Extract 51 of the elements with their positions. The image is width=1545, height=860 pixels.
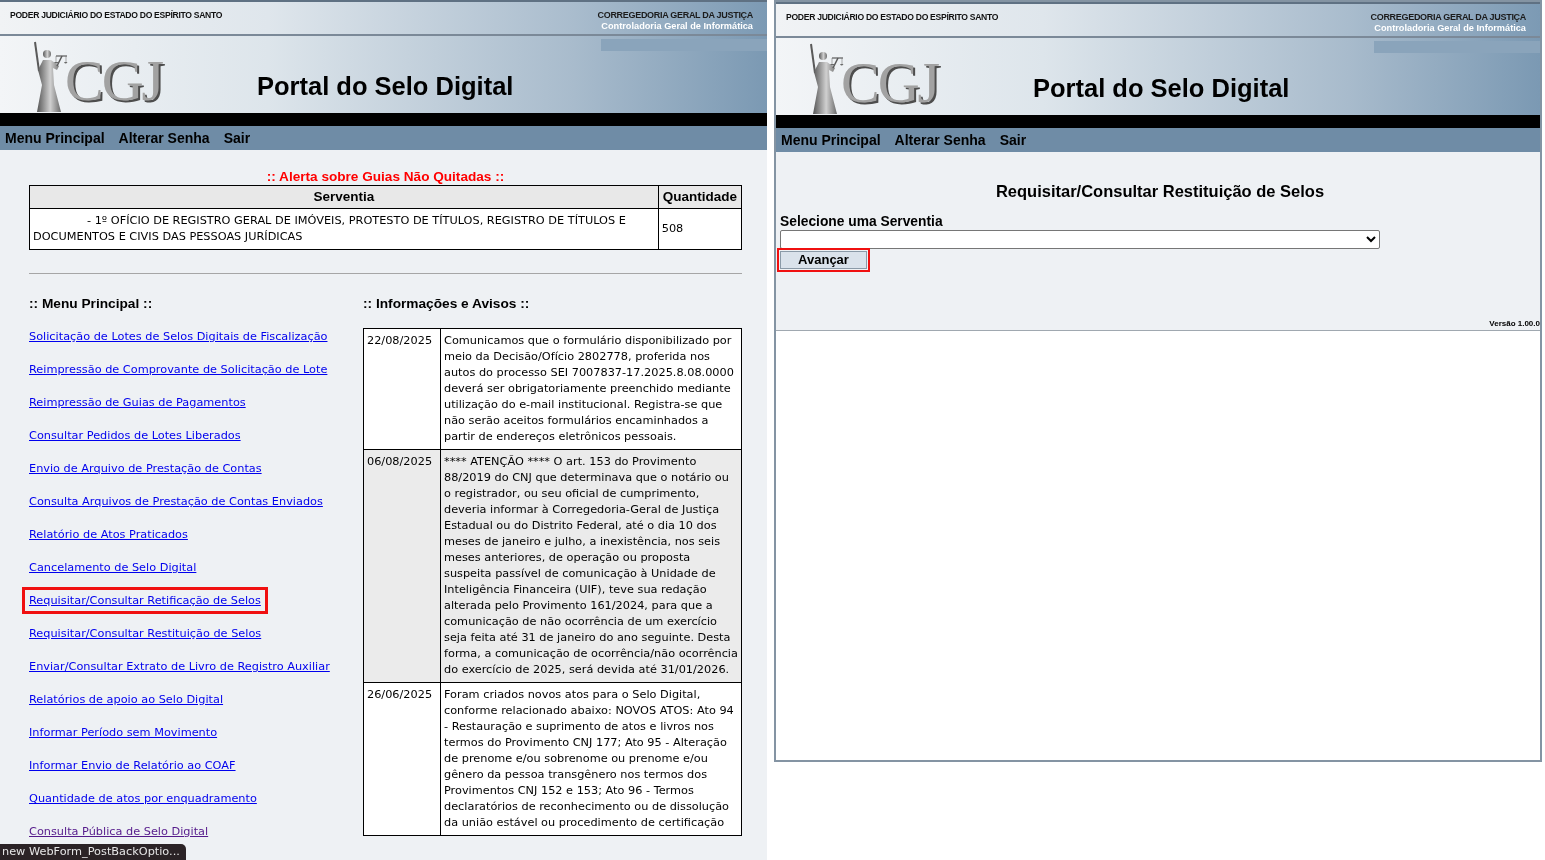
form-title: Requisitar/Consultar Restituição de Selos	[994, 182, 1326, 201]
menu-link[interactable]: Consulta Arquivos de Prestação de Contas Enviados	[29, 495, 323, 508]
version-text: Versão 1.00.0	[1489, 319, 1540, 330]
menu-link[interactable]: Reimpressão de Comprovante de Solicitação de Lote	[29, 363, 328, 376]
alert-title: :: Alerta sobre Guias Não Quitadas ::	[265, 169, 506, 185]
menu-link[interactable]: Requisitar/Consultar Restituição de Selos	[29, 627, 262, 640]
field-label: Selecione uma Serventia	[780, 214, 943, 230]
table-cell: - 1º OFÍCIO DE REGISTRO GERAL DE IMÓVEIS, PROTESTO DE TÍTULOS, REGISTRO DE TÍTULOS E DOCUMENTOS E CIVIS DAS PESSOAS JURÍDICAS	[29, 208, 659, 250]
nav-link[interactable]: Menu Principal	[5, 130, 105, 150]
menu-link[interactable]: Solicitação de Lotes de Selos Digitais de Fiscalização	[29, 330, 328, 343]
table-header-cell: Serventia	[29, 185, 659, 209]
section-heading: :: Informações e Avisos ::	[363, 296, 530, 312]
status-tooltip: new WebForm_PostBackOptio...	[0, 844, 186, 860]
nav-link[interactable]: Alterar Senha	[894, 132, 986, 152]
department-name-text: CORREGEDORIA GERAL DA JUSTIÇA	[1370, 12, 1526, 23]
date-cell: 26/06/2025	[363, 682, 441, 836]
menu-link[interactable]: Informar Envio de Relatório ao COAF	[29, 759, 236, 772]
portal-title: Portal do Selo Digital	[1033, 74, 1290, 103]
court-name-text: PODER JUDICIÁRIO DO ESTADO DO ESPÍRITO SANTO	[786, 12, 999, 23]
nav-link[interactable]: Alterar Senha	[118, 130, 210, 150]
portal-title: Portal do Selo Digital	[257, 72, 514, 101]
notice-text-cell: Comunicamos que o formulário disponibilizado por meio da Decisão/Ofício 2802778, proferida nos autos do processo SEI 7007837-17.2025.8.08.0000 deverá ser obrigatoriamente preenchido mediante utilização do e-mail institucional. Registra-se que não serão aceitos formulários encaminhados a partir de endereços eletrônicos pessoais.	[440, 328, 742, 450]
menu-link[interactable]: Relatórios de apoio ao Selo Digital	[29, 693, 224, 706]
nav-link[interactable]: Sair	[999, 132, 1027, 152]
menu-link[interactable]: Quantidade de atos por enquadramento	[29, 792, 257, 805]
nav-link[interactable]: Menu Principal	[781, 132, 881, 152]
date-cell: 22/08/2025	[363, 328, 441, 450]
division-name-text: Controladoria Geral de Informática	[1374, 23, 1526, 33]
table-cell: 508	[658, 208, 742, 250]
menu-link[interactable]: Enviar/Consultar Extrato de Livro de Registro Auxiliar	[29, 660, 330, 673]
logo-text: CGJ	[841, 54, 939, 112]
advance-button[interactable]: Avançar	[780, 251, 867, 269]
menu-link[interactable]: Consulta Pública de Selo Digital	[29, 825, 209, 838]
menu-link[interactable]: Cancelamento de Selo Digital	[29, 561, 197, 574]
court-name-text: PODER JUDICIÁRIO DO ESTADO DO ESPÍRITO SANTO	[10, 10, 223, 21]
department-name-text: CORREGEDORIA GERAL DA JUSTIÇA	[597, 10, 753, 21]
notice-text-cell: Foram criados novos atos para o Selo Digital, conforme relacionado abaixo: NOVOS ATOS: Ato 94 - Restauração e suprimento de atos e livros nos termos do Provimento CNJ 177; Ato 95 - Alteração de prenome e/ou sobrenome ou prenome e/ou gênero da pessoa transgênero nos termos dos Provimentos CNJ 152 e 153; Ato 96 - Termos declaratórios de reconhecimento ou de dissolução da união estável ou procedimento de certificação	[440, 682, 742, 836]
nav-link[interactable]: Sair	[223, 130, 251, 150]
logo-text: CGJ	[65, 52, 163, 110]
division-name-text: Controladoria Geral de Informática	[601, 21, 753, 31]
date-cell: 06/08/2025	[363, 449, 441, 683]
menu-link[interactable]: Reimpressão de Guias de Pagamentos	[29, 396, 246, 409]
menu-link[interactable]: Envio de Arquivo de Prestação de Contas	[29, 462, 262, 475]
serventia-select[interactable]	[780, 230, 1380, 249]
menu-link[interactable]: Consultar Pedidos de Lotes Liberados	[29, 429, 241, 442]
menu-link[interactable]: Requisitar/Consultar Retificação de Selos	[29, 594, 261, 607]
menu-link[interactable]: Relatório de Atos Praticados	[29, 528, 188, 541]
table-header-cell: Quantidade	[658, 185, 742, 209]
menu-link[interactable]: Informar Período sem Movimento	[29, 726, 218, 739]
notice-text-cell: **** ATENÇÃO **** O art. 153 do Provimento 88/2019 do CNJ que determinava que o notário ou o registrador, ou seu oficial de cumprimento, deveria informar à Corregedoria-Geral de Justiça Estadual ou do Distrito Federal, até o dia 10 dos meses de janeiro e julho, a inexistência, nos seis meses anteriores, de operação ou proposta suspeita passível de comunicação à Unidade de Inteligência Financeira (UIF), teve sua redação alterada pelo Provimento 161/2024, para que a comunicação de não ocorrência de um exercício seja feita até 31 de janeiro do ano seguinte. Desta forma, a comunicação de ocorrência/não ocorrência do exercício de 2025, será devida até 31/01/2026.	[440, 449, 742, 683]
section-heading: :: Menu Principal ::	[29, 296, 153, 312]
